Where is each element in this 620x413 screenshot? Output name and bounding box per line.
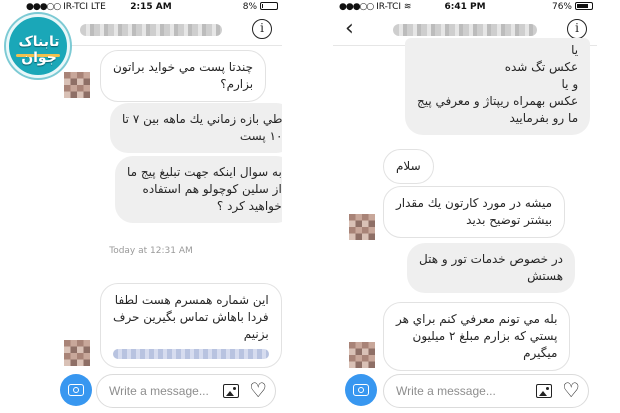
blurred-phone-number	[113, 349, 269, 359]
battery-icon	[575, 2, 593, 10]
info-icon[interactable]: i	[567, 19, 587, 39]
gallery-icon[interactable]	[223, 384, 239, 398]
right-chat-screen: ●●●○○ IR-TCI ≋ 6:41 PM 76% ‹ i يا عكس تگ…	[333, 0, 597, 413]
battery-percent: 8%	[242, 2, 257, 12]
message-input[interactable]	[396, 382, 506, 400]
gallery-icon[interactable]	[536, 384, 552, 398]
heart-icon[interactable]: ♡	[249, 379, 267, 401]
divider	[300, 0, 314, 413]
battery-percent: 76%	[551, 2, 572, 12]
message-bubble: سلام	[383, 149, 434, 184]
brand-logo: تابناک جوان	[0, 8, 76, 84]
message-composer: ♡	[96, 374, 276, 408]
message-bubble: يا عكس تگ شده و يا عكس بهمراه ريپتاژ و م…	[405, 38, 591, 135]
info-icon[interactable]: i	[252, 19, 272, 39]
message-bubble: چندتا پست مي خوايد براتون بزارم؟	[100, 50, 267, 102]
blurred-username[interactable]	[80, 24, 222, 36]
message-bubble: در خصوص خدمات تور و هتل هستش	[407, 243, 576, 293]
message-bubble: بله مي تونم معرفي كنم براي هر پستي كه بز…	[383, 302, 571, 371]
message-bubble: ميشه در مورد كارتون يك مقدار بيشتر توضيح…	[383, 186, 566, 238]
message-bubble: طي بازه زماني يك ماهه بين ۷ تا ۱۰ پست	[110, 103, 282, 153]
back-arrow-icon[interactable]: ‹	[345, 16, 354, 42]
status-bar: ●●●○○ IR-TCI ≋ 6:41 PM 76%	[333, 0, 597, 14]
timestamp: Today at 12:31 AM	[109, 246, 193, 256]
camera-button[interactable]	[345, 374, 377, 406]
message-bubble: به سوال اينكه جهت تبليغ پيج ما از سلين ك…	[115, 156, 282, 223]
avatar[interactable]	[349, 342, 375, 368]
brand-logo-text: تابناک جوان	[18, 34, 60, 66]
message-bubble: اين شماره همسرم هست لطفا فردا باهاش تماس…	[100, 283, 282, 368]
heart-icon[interactable]: ♡	[562, 379, 580, 401]
avatar[interactable]	[64, 340, 90, 366]
message-input[interactable]	[109, 382, 219, 400]
battery-icon	[260, 2, 278, 10]
camera-button[interactable]	[60, 374, 92, 406]
avatar[interactable]	[349, 214, 375, 240]
blurred-username[interactable]	[393, 24, 537, 36]
message-composer: ♡	[383, 374, 589, 408]
